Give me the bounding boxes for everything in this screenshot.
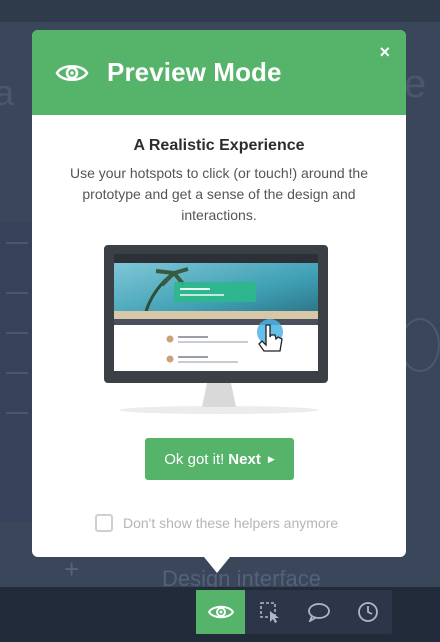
dialog-header: Preview Mode × [32,30,406,115]
history-mode-button[interactable] [343,590,392,634]
dialog-title: Preview Mode [107,57,282,87]
background-sidebar [0,222,34,522]
next-button[interactable]: Ok got it! Next ▶ [145,438,294,480]
preview-toolbar [196,590,392,634]
monitor-illustration [104,245,328,414]
background-sidebar-row [6,292,28,294]
description-text: Use your hotspots to click (or touch!) a… [69,165,369,223]
close-button[interactable]: × [379,42,390,63]
comment-mode-button[interactable] [294,590,343,634]
section-title: A Realistic Experience [133,137,305,154]
background-plus-icon: + [64,554,80,584]
background-ghost-text-left: a [0,72,15,113]
chevron-right-icon: ▶ [267,453,275,464]
comment-icon [307,603,330,622]
background-bubble [400,318,440,372]
eye-icon [207,605,234,619]
dialog-pointer-caret [204,557,230,573]
hide-helpers-checkbox[interactable] [95,514,113,532]
background-header [0,0,440,22]
hide-helpers-label: Don't show these helpers anymore [123,515,339,531]
next-button-emphasis: Next [228,450,261,468]
preview-mode-button[interactable] [196,590,245,634]
preview-mode-dialog: Preview Mode × A Realistic Experience Us… [32,30,406,573]
hotspot-select-icon [259,602,279,623]
eye-icon [55,64,89,81]
next-button-label: Ok got it! [164,450,225,468]
hide-helpers-option[interactable]: Don't show these helpers anymore [95,514,338,532]
background-sidebar-row [6,372,28,374]
background-sidebar-row [6,412,28,414]
history-clock-icon [357,602,378,622]
background-sidebar-row [6,242,28,244]
hotspot-mode-button[interactable] [245,590,294,634]
background-sidebar-row [6,332,28,334]
background-ghost-text-right: e [404,62,427,106]
